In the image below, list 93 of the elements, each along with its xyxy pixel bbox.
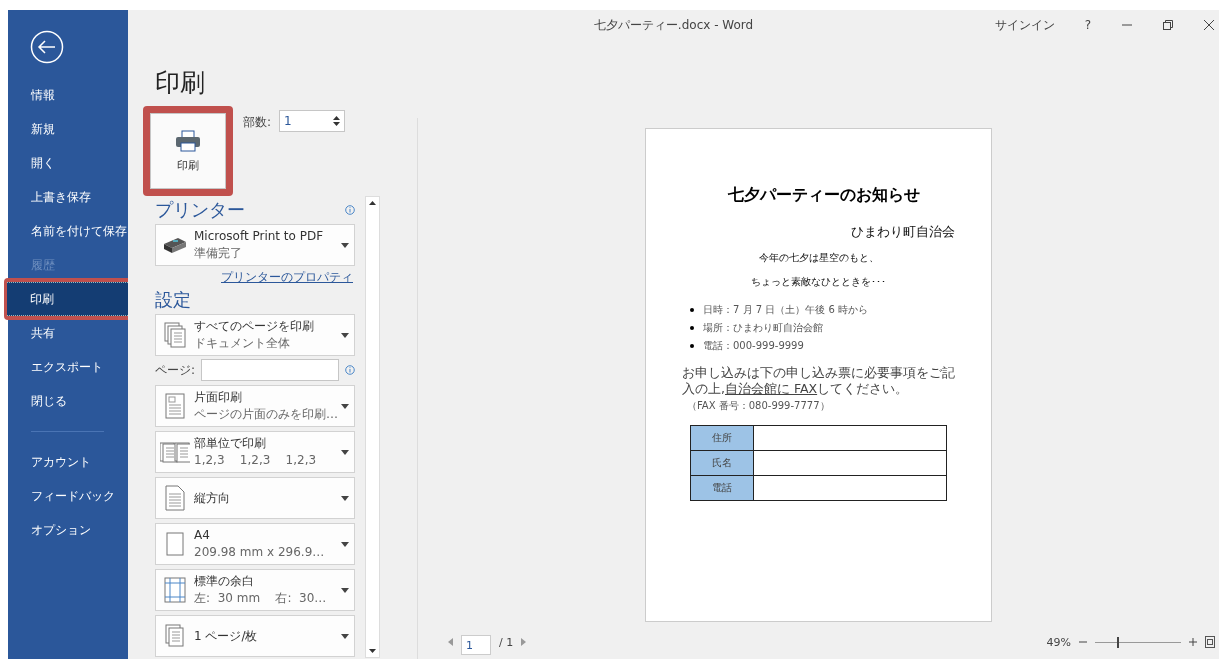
printer-status: 準備完了 [194,246,243,261]
setting-subtitle: 左: 30 mm 右: 30… [194,591,328,606]
portrait-page-icon [165,485,185,511]
close-icon[interactable] [1203,19,1215,31]
printer-properties-link[interactable]: プリンターのプロパティ [221,270,353,284]
setting-title: A4 [194,528,211,543]
settings-dropdown[interactable]: 部単位で印刷 1,2,3 1,2,3 1,2,3 [155,431,355,473]
pages-input[interactable] [201,359,340,381]
caret-icon [341,403,349,409]
fit-page-icon[interactable] [1205,636,1215,648]
settings-dropdown[interactable]: すべてのページを印刷 ドキュメント全体 [155,314,355,356]
setting-subtitle: 1,2,3 1,2,3 1,2,3 [194,453,318,468]
page-title: 印刷 [155,67,206,99]
sidebar-item[interactable]: 情報 [8,78,128,112]
settings-dropdown[interactable]: 縦方向 [155,477,355,519]
sidebar-item[interactable]: フィードバック [8,479,128,513]
info-icon[interactable] [345,365,355,375]
setting-title: 片面印刷 [194,390,243,405]
settings-dropdown[interactable]: 標準の余白 左: 30 mm 右: 30… [155,569,355,611]
sidebar-item[interactable]: 共有 [8,316,128,350]
caret-icon [341,242,349,248]
sidebar-item[interactable]: オプション [8,513,128,547]
caret-up-icon[interactable] [333,116,341,120]
info-icon[interactable] [345,205,355,215]
print-button[interactable]: 印刷 [150,113,226,189]
bullet-icon [690,344,694,348]
bullet-icon [690,308,694,312]
fax-text: （FAX 番号：080-999-7777） [687,399,831,413]
copies-label: 部数: [243,114,272,131]
form-label: 住所 [691,426,754,450]
sidebar-item[interactable]: 上書き保存 [8,180,128,214]
printer-icon [162,236,188,254]
caret-up-icon[interactable] [369,201,376,205]
scrollbar[interactable] [365,196,380,658]
setting-subtitle: ドキュメント全体 [194,336,291,351]
page-total: / 1 [499,635,514,649]
bullet-text: 電話：000-999-9999 [703,339,804,353]
caret-down-icon[interactable] [369,649,376,653]
zoom-thumb[interactable] [1117,636,1120,648]
copies-spinner[interactable]: 1 [279,110,346,132]
sidebar-item[interactable]: エクスポート [8,350,128,384]
caret-icon [341,332,349,338]
sidebar-item[interactable]: 印刷 [7,282,130,316]
pages-icon [164,322,186,348]
zoom-level: 49% [1046,635,1071,649]
note-text: お申し込みは下の申し込み票に必要事項をご記入の上,自治会館に FAXしてください。 [682,365,955,397]
caret-icon [341,633,349,639]
document-line: ちょっと素敵なひとときを･･･ [750,275,887,289]
organizer-text: ひまわり町自治会 [850,224,955,241]
zoom-in-icon[interactable] [1189,638,1197,646]
collate-icon [160,441,190,463]
printer-icon [175,129,201,152]
paper-icon [166,532,184,556]
caret-icon [341,449,349,455]
settings-dropdown[interactable]: 1 ページ/枚 [155,615,355,657]
settings-dropdown[interactable]: A4 209.98 mm x 296.9… [155,523,355,565]
setting-subtitle: 209.98 mm x 296.9… [194,545,326,560]
setting-title: 1 ページ/枚 [194,628,259,644]
help-button[interactable]: ? [1084,18,1091,32]
pages-label: ページ: [155,361,196,379]
settings-dropdown[interactable]: 片面印刷 ページの片面のみを印刷… [155,385,355,427]
caret-down-icon[interactable] [333,122,341,126]
setting-title: 部単位で印刷 [194,436,267,451]
bullet-icon [690,326,694,330]
margins-icon [164,577,186,603]
sidebar-item[interactable]: 開く [8,146,128,180]
form-label: 電話 [691,476,754,500]
sidebar-item[interactable]: 閉じる [8,384,128,418]
setting-title: 標準の余白 [194,574,255,589]
page-number-input[interactable]: 1 [461,635,491,655]
document-title: 七夕パーティーのお知らせ [726,185,921,206]
form-label: 氏名 [691,451,754,475]
setting-subtitle: ページの片面のみを印刷… [194,407,339,422]
section-heading: 設定 [155,290,191,310]
printer-dropdown[interactable]: Microsoft Print to PDF 準備完了 [155,224,355,266]
caret-icon [341,495,349,501]
caret-icon [341,587,349,593]
bullet-text: 場所：ひまわり町自治会館 [703,321,823,335]
setting-title: すべてのページを印刷 [194,319,315,334]
setting-title: 縦方向 [194,490,231,506]
sidebar-item[interactable]: 名前を付けて保存 [8,214,128,248]
document-line: 今年の七夕は星空のもと、 [757,251,880,265]
printer-name: Microsoft Print to PDF [194,229,325,244]
sign-in-link[interactable]: サインイン [994,16,1055,34]
page-icon [164,623,186,649]
sidebar-item[interactable]: 新規 [8,112,128,146]
restore-icon[interactable] [1162,19,1174,31]
section-heading: プリンター [155,200,245,220]
bullet-text: 日時：7 月 7 日（土）午後 6 時から [703,303,868,317]
document-icon [164,393,186,419]
window-title: 七夕パーティー.docx - Word [593,17,754,34]
caret-icon [341,541,349,547]
sidebar-item[interactable]: アカウント [8,445,128,479]
